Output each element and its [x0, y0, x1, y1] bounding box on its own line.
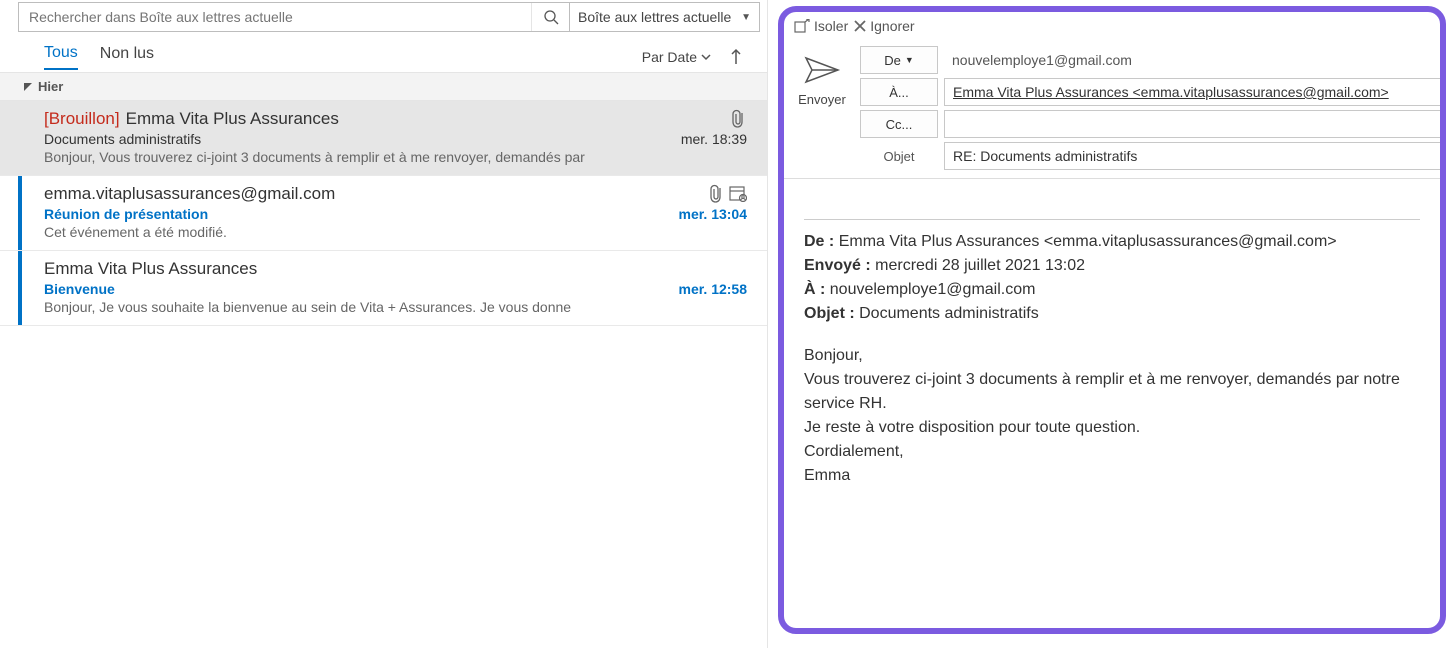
unread-indicator — [18, 251, 22, 325]
from-value — [944, 46, 1440, 74]
to-recipient[interactable]: Emma Vita Plus Assurances <emma.vitaplus… — [953, 84, 1389, 100]
send-icon — [802, 54, 842, 86]
quoted-sent-value: mercredi 28 juillet 2021 13:02 — [875, 257, 1085, 274]
quoted-from-value: Emma Vita Plus Assurances <emma.vitaplus… — [839, 233, 1337, 250]
calendar-icon — [729, 184, 747, 202]
compose-toolbar: Isoler Ignorer — [784, 16, 1440, 42]
group-header-label: Hier — [38, 79, 63, 94]
message-preview: Cet événement a été modifié. — [44, 224, 747, 240]
search-icon — [543, 9, 559, 25]
caret-down-icon: ▼ — [741, 12, 751, 23]
arrow-up-icon — [729, 48, 743, 66]
message-subject: Documents administratifs — [44, 131, 201, 147]
from-dropdown-button[interactable]: De ▼ — [860, 46, 938, 74]
popout-icon — [794, 19, 810, 33]
ignore-label: Ignorer — [870, 18, 914, 34]
to-field[interactable]: Emma Vita Plus Assurances <emma.vitaplus… — [944, 78, 1440, 106]
quoted-line: Je reste à votre disposition pour toute … — [804, 416, 1420, 440]
search-bar: Boîte aux lettres actuelle ▼ — [18, 2, 760, 32]
filter-row: Tous Non lus Par Date — [0, 32, 767, 72]
message-time: mer. 13:04 — [679, 206, 748, 222]
draft-label: [Brouillon] — [44, 109, 120, 129]
message-preview: Bonjour, Je vous souhaite la bienvenue a… — [44, 299, 747, 315]
subject-field[interactable] — [944, 142, 1440, 170]
filter-tab-all[interactable]: Tous — [44, 44, 78, 70]
quoted-line: Cordialement, — [804, 440, 1420, 464]
send-button[interactable]: Envoyer — [792, 46, 852, 170]
unread-indicator — [18, 176, 22, 250]
isolate-button[interactable]: Isoler — [794, 18, 848, 34]
quoted-to-value: nouvelemploye1@gmail.com — [830, 281, 1036, 298]
group-header-yesterday[interactable]: Hier — [0, 72, 767, 101]
message-sender: Emma Vita Plus Assurances — [126, 109, 339, 129]
message-list: [Brouillon] Emma Vita Plus Assurances Do… — [0, 101, 767, 648]
cc-button[interactable]: Cc... — [860, 110, 938, 138]
search-scope-dropdown[interactable]: Boîte aux lettres actuelle ▼ — [569, 3, 759, 31]
search-scope-label: Boîte aux lettres actuelle — [578, 9, 731, 25]
chevron-down-icon — [701, 53, 711, 61]
quoted-header: De : Emma Vita Plus Assurances <emma.vit… — [804, 230, 1420, 326]
search-button[interactable] — [531, 3, 569, 31]
attachment-icon — [709, 184, 725, 204]
message-sender: emma.vitaplusassurances@gmail.com — [44, 184, 335, 204]
quoted-line: Vous trouverez ci-joint 3 documents à re… — [804, 368, 1420, 416]
quoted-divider — [804, 219, 1420, 220]
cc-field[interactable] — [944, 110, 1440, 138]
quoted-subject-label: Objet : — [804, 305, 855, 322]
compose-header: Envoyer De ▼ À... Emma Vita Plus Assuran… — [784, 42, 1440, 178]
message-item[interactable]: emma.vitaplusassurances@gmail.com Réun — [0, 176, 767, 251]
send-label: Envoyer — [798, 92, 846, 107]
to-button[interactable]: À... — [860, 78, 938, 106]
compose-body[interactable]: De : Emma Vita Plus Assurances <emma.vit… — [784, 178, 1440, 628]
message-time: mer. 12:58 — [679, 281, 748, 297]
filter-tab-unread[interactable]: Non lus — [100, 45, 154, 69]
isolate-label: Isoler — [814, 18, 848, 34]
message-item[interactable]: Emma Vita Plus Assurances Bienvenue mer.… — [0, 251, 767, 326]
from-label: De — [884, 53, 901, 68]
message-subject: Réunion de présentation — [44, 206, 208, 222]
close-icon — [854, 20, 866, 32]
quoted-body: Bonjour, Vous trouverez ci-joint 3 docum… — [804, 344, 1420, 488]
sort-label: Par Date — [642, 49, 697, 65]
subject-label: Objet — [860, 149, 938, 164]
mailbox-panel: Boîte aux lettres actuelle ▼ Tous Non lu… — [0, 0, 768, 648]
compose-window: Isoler Ignorer Envoyer — [778, 6, 1446, 634]
quoted-from-label: De : — [804, 233, 834, 250]
message-item[interactable]: [Brouillon] Emma Vita Plus Assurances Do… — [0, 101, 767, 176]
message-time: mer. 18:39 — [681, 131, 747, 147]
reading-pane: Isoler Ignorer Envoyer — [768, 0, 1452, 648]
quoted-to-label: À : — [804, 281, 825, 298]
collapse-triangle-icon — [24, 83, 32, 91]
sort-dropdown[interactable]: Par Date — [642, 49, 711, 65]
caret-down-icon: ▼ — [905, 55, 914, 65]
message-sender: Emma Vita Plus Assurances — [44, 259, 257, 279]
ignore-button[interactable]: Ignorer — [854, 18, 914, 34]
quoted-sent-label: Envoyé : — [804, 257, 871, 274]
quoted-line: Bonjour, — [804, 344, 1420, 368]
message-preview: Bonjour, Vous trouverez ci-joint 3 docum… — [44, 149, 747, 165]
search-input[interactable] — [19, 3, 531, 31]
attachment-icon — [731, 109, 747, 129]
quoted-subject-value: Documents administratifs — [859, 305, 1039, 322]
message-subject: Bienvenue — [44, 281, 115, 297]
quoted-line: Emma — [804, 464, 1420, 488]
sort-direction-button[interactable] — [729, 48, 743, 66]
